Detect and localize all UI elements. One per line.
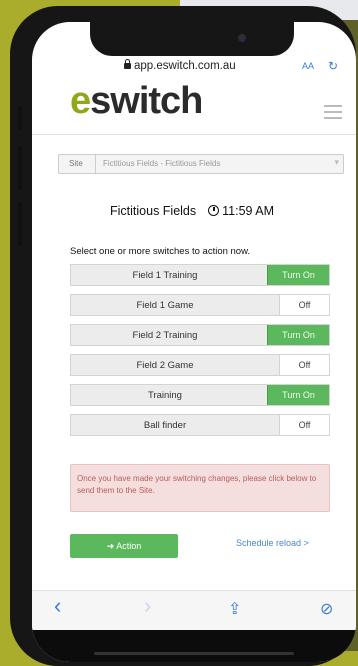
venue-header: Fictitious Fields 11:59 AM: [110, 204, 274, 218]
switch-toggle-button[interactable]: Turn On: [267, 325, 329, 345]
switch-name: Field 2 Training: [132, 330, 198, 341]
switch-name: Ball finder: [143, 420, 187, 431]
forward-icon[interactable]: ›: [144, 593, 151, 619]
address-bar[interactable]: app.eswitch.com.au AA ↻: [32, 58, 356, 76]
phone-volume-down: [18, 202, 22, 246]
switch-row: Field 1 Training Turn On: [70, 264, 330, 286]
switch-row: Field 2 Game Off: [70, 354, 330, 376]
header-divider: [32, 134, 356, 135]
browser-toolbar: ‹ › ⇪ ⊘: [32, 590, 356, 631]
clock-icon: [208, 205, 220, 216]
instruction-text: Select one or more switches to action no…: [70, 246, 251, 257]
compass-icon[interactable]: ⊘: [320, 599, 333, 619]
switch-toggle-button[interactable]: Off: [279, 415, 329, 435]
menu-icon[interactable]: [324, 105, 342, 123]
url-display[interactable]: app.eswitch.com.au: [124, 59, 236, 72]
bottom-bar: [32, 630, 356, 662]
reload-icon[interactable]: ↻: [328, 59, 338, 73]
switch-toggle-button[interactable]: Turn On: [267, 265, 329, 285]
text-size-button[interactable]: AA: [302, 61, 314, 71]
back-icon[interactable]: ‹: [54, 593, 61, 619]
site-select-separator: [95, 155, 96, 173]
switch-row: Field 2 Training Turn On: [70, 324, 330, 346]
switch-row: Field 1 Game Off: [70, 294, 330, 316]
logo-e: e: [70, 80, 91, 122]
venue-time: 11:59 AM: [222, 204, 275, 218]
schedule-reload-link[interactable]: Schedule reload >: [236, 538, 309, 548]
switch-toggle-button[interactable]: Turn On: [267, 385, 329, 405]
arrow-right-icon: ➜: [106, 541, 117, 551]
site-select-label: Site: [69, 159, 83, 168]
site-select[interactable]: Site Fictitious Fields - Fictitious Fiel…: [58, 154, 344, 174]
switch-toggle-button[interactable]: Off: [279, 355, 329, 375]
switch-name: Field 1 Game: [136, 300, 194, 311]
share-icon[interactable]: ⇪: [228, 599, 241, 619]
phone-frame: app.eswitch.com.au AA ↻ eswitch Site Fic…: [10, 6, 356, 666]
switch-row: Training Turn On: [70, 384, 330, 406]
url-text: app.eswitch.com.au: [134, 60, 236, 72]
lock-icon: [124, 59, 131, 69]
switch-toggle-button[interactable]: Off: [279, 295, 329, 315]
switch-name: Field 2 Game: [136, 360, 194, 371]
site-select-value: Fictitious Fields - Fictitious Fields: [103, 159, 221, 168]
switch-name: Training: [148, 390, 182, 401]
switch-name: Field 1 Training: [132, 270, 198, 281]
eswitch-logo[interactable]: eswitch: [70, 80, 203, 130]
action-button[interactable]: ➜ Action: [70, 534, 178, 558]
camera-icon: [238, 34, 246, 42]
phone-mute-switch: [18, 106, 22, 130]
action-button-label: Action: [116, 541, 142, 551]
venue-name: Fictitious Fields: [110, 204, 197, 218]
phone-screen: app.eswitch.com.au AA ↻ eswitch Site Fic…: [32, 22, 356, 662]
home-indicator[interactable]: [94, 652, 294, 655]
phone-volume-up: [18, 146, 22, 190]
phone-notch: [90, 22, 294, 56]
switch-row: Ball finder Off: [70, 414, 330, 436]
logo-rest: switch: [90, 80, 203, 122]
alert-message: Once you have made your switching change…: [70, 464, 330, 512]
chevron-down-icon: ▾: [334, 157, 339, 167]
